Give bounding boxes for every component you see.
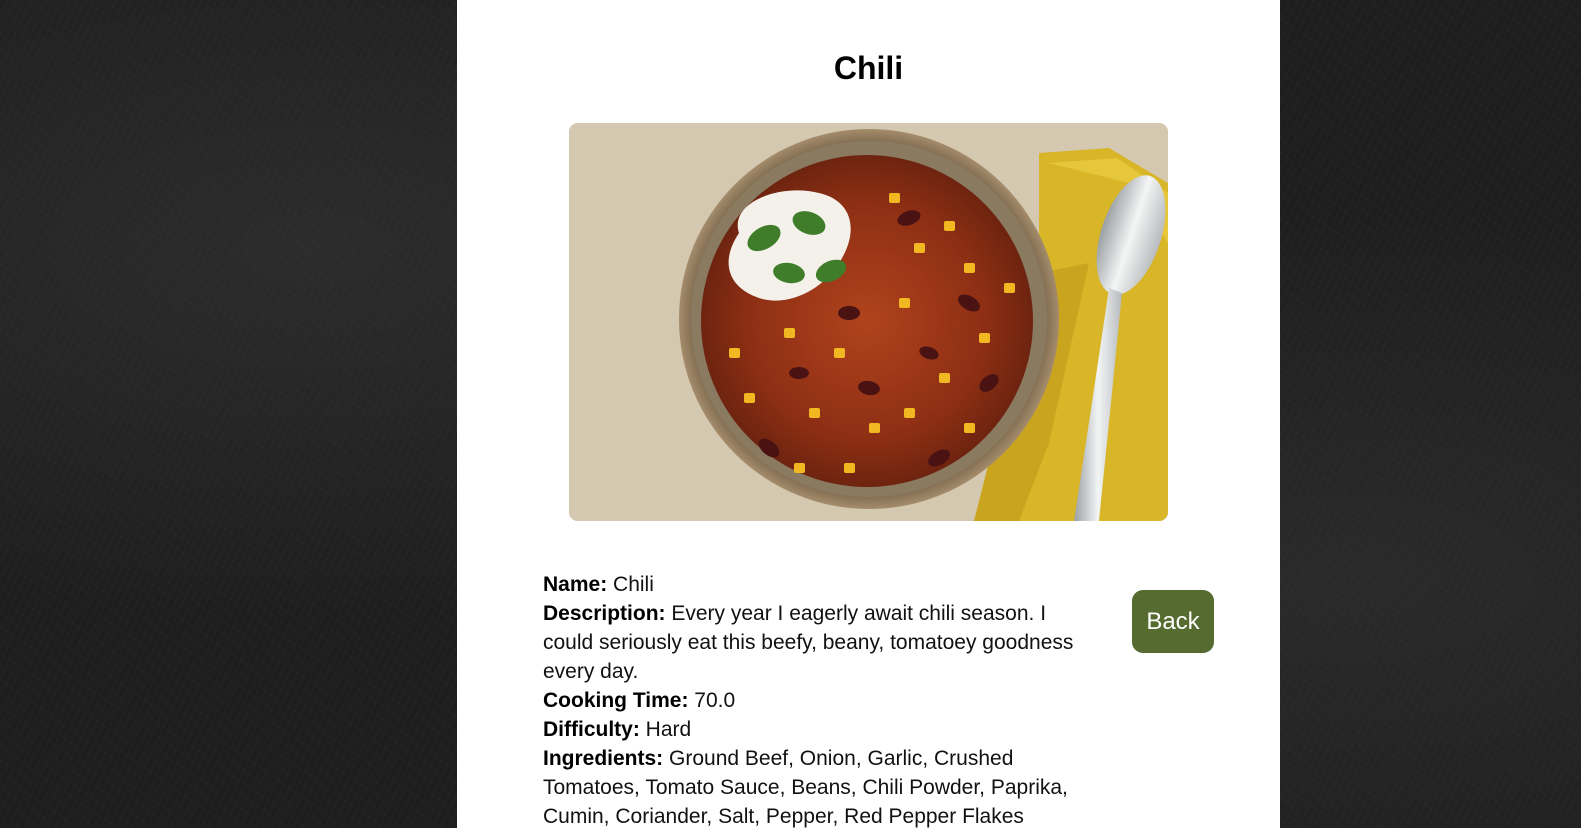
difficulty-label: Difficulty: <box>543 718 640 741</box>
recipe-panel: Chili Name: Chili Description: Every yea… <box>457 0 1280 828</box>
name-row: Name: Chili <box>543 570 1093 599</box>
name-label: Name: <box>543 573 608 596</box>
cooking-time-row: Cooking Time: 70.0 <box>543 686 1093 715</box>
description-row: Description: Every year I eagerly await … <box>543 599 1093 686</box>
description-label: Description: <box>543 602 666 625</box>
name-value: Chili <box>613 573 654 596</box>
ingredients-row: Ingredients: Ground Beef, Onion, Garlic,… <box>543 744 1093 828</box>
difficulty-row: Difficulty: Hard <box>543 715 1093 744</box>
recipe-details: Name: Chili Description: Every year I ea… <box>543 570 1093 828</box>
recipe-photo <box>569 123 1168 521</box>
cooking-time-value: 70.0 <box>694 689 736 712</box>
chili-bowl-illustration <box>569 123 1168 521</box>
cooking-time-label: Cooking Time: <box>543 689 689 712</box>
page-title: Chili <box>833 50 904 86</box>
difficulty-value: Hard <box>645 718 692 741</box>
ingredients-label: Ingredients: <box>543 747 664 770</box>
back-button[interactable]: Back <box>1132 590 1214 653</box>
